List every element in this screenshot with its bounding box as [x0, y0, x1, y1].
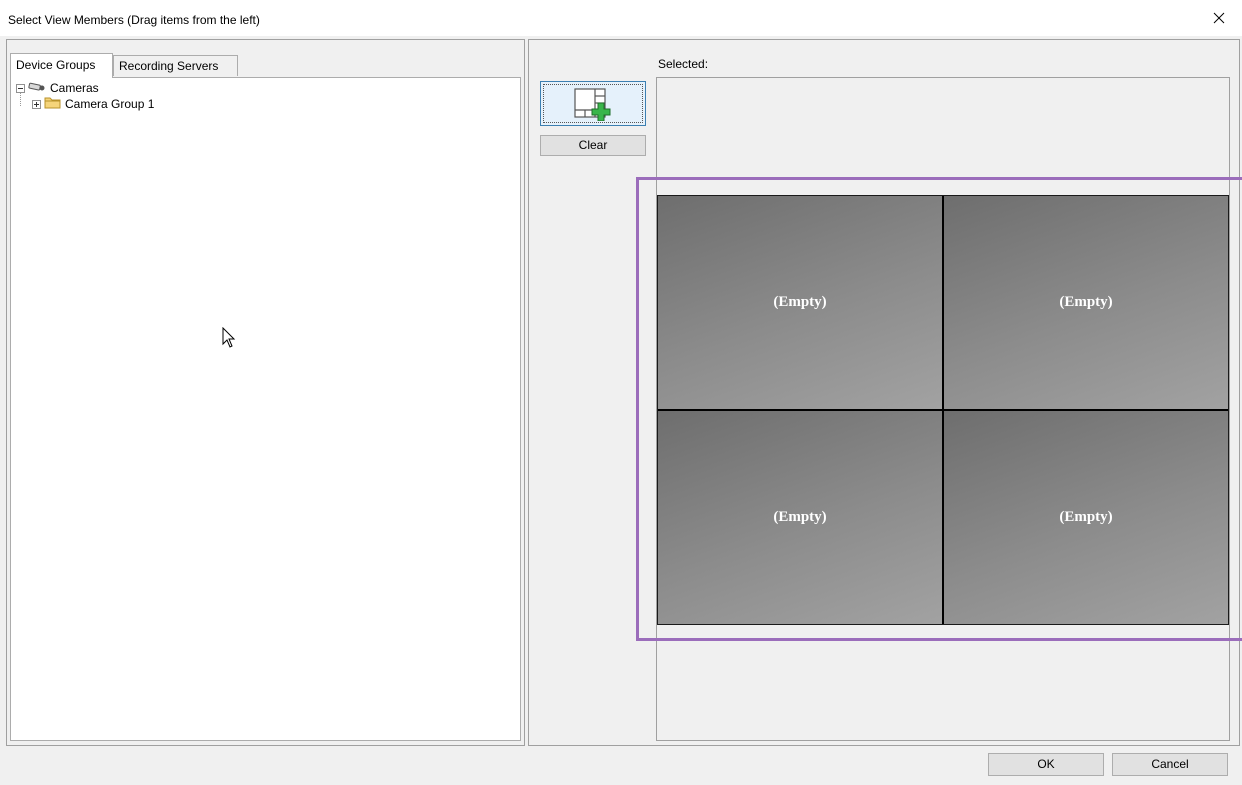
mouse-cursor-icon: [222, 326, 236, 352]
cancel-button[interactable]: Cancel: [1112, 753, 1228, 776]
tab-device-groups[interactable]: Device Groups: [10, 53, 113, 78]
device-tree[interactable]: Cameras Camera Group 1: [10, 77, 521, 741]
camera-icon: [28, 81, 46, 95]
selected-label: Selected:: [658, 57, 709, 71]
close-button[interactable]: [1196, 0, 1242, 36]
collapse-icon[interactable]: [16, 83, 25, 93]
folder-icon: [44, 96, 61, 112]
window-title: Select View Members (Drag items from the…: [8, 13, 260, 27]
title-bar: Select View Members (Drag items from the…: [0, 0, 1242, 36]
tree-node-label: Camera Group 1: [65, 97, 155, 111]
clear-button[interactable]: Clear: [540, 135, 646, 156]
close-icon: [1213, 12, 1225, 24]
tree-node-camera-group-1[interactable]: Camera Group 1: [32, 96, 154, 112]
ok-button[interactable]: OK: [988, 753, 1104, 776]
expand-icon[interactable]: [32, 99, 41, 109]
tree-node-label: Cameras: [50, 81, 99, 95]
add-layout-button[interactable]: [540, 81, 646, 126]
tree-node-cameras[interactable]: Cameras: [16, 80, 99, 96]
highlight-frame: [636, 177, 1242, 641]
add-layout-icon: [574, 87, 611, 121]
tab-recording-servers[interactable]: Recording Servers: [113, 55, 238, 76]
source-panel: Device Groups Recording Servers Cameras: [6, 39, 525, 746]
